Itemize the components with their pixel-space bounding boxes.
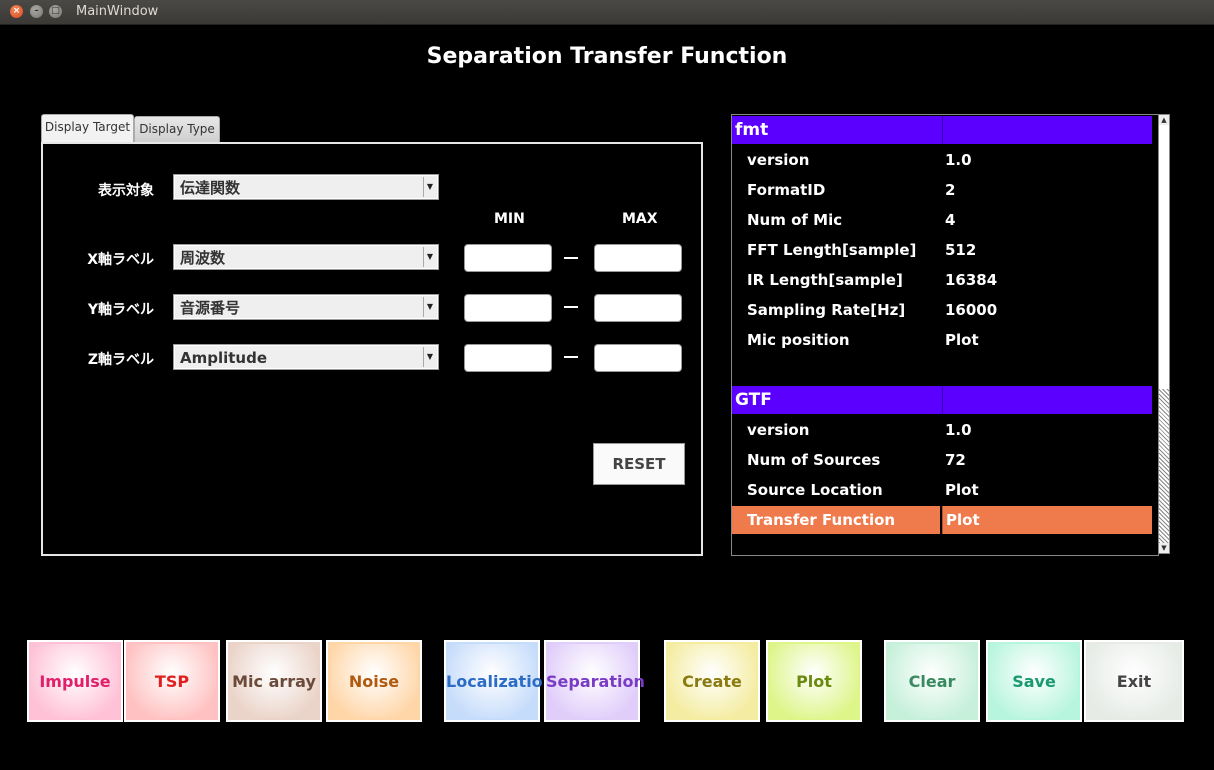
row-value: 512 [945, 241, 977, 259]
mic-array-button[interactable]: Mic array [226, 640, 322, 722]
z-axis-label: Z軸ラベル [87, 352, 154, 368]
x-max-input[interactable] [594, 244, 682, 272]
window-titlebar: × – □ MainWindow [0, 0, 1214, 25]
min-header: MIN [494, 211, 525, 227]
scroll-up-icon[interactable]: ▲ [1159, 115, 1169, 125]
row-key: Source Location [747, 481, 883, 499]
section-name: GTF [732, 386, 940, 414]
y-max-input[interactable] [594, 294, 682, 322]
tsp-button[interactable]: TSP [124, 640, 220, 722]
section-header-fmt[interactable]: fmt [732, 116, 1152, 144]
section-value [942, 116, 1152, 144]
range-dash [564, 257, 578, 259]
table-row[interactable]: Sampling Rate[Hz] 16000 [732, 296, 1152, 324]
y-axis-combo-value: 音源番号 [180, 299, 241, 317]
chevron-down-icon: ▼ [423, 347, 436, 367]
impulse-button[interactable]: Impulse [27, 640, 123, 722]
table-row[interactable]: version 1.0 [732, 146, 1152, 174]
x-axis-combo-value: 周波数 [180, 249, 226, 267]
table-row[interactable]: FormatID 2 [732, 176, 1152, 204]
x-axis-combo[interactable]: 周波数 ▼ [173, 244, 439, 270]
maximize-window-icon[interactable]: □ [49, 5, 62, 18]
table-row[interactable]: IR Length[sample] 16384 [732, 266, 1152, 294]
row-key: FormatID [747, 181, 826, 199]
table-row[interactable]: Num of Sources 72 [732, 446, 1152, 474]
row-value: Plot [942, 506, 1152, 534]
row-key: version [747, 151, 810, 169]
info-table: fmt version 1.0 FormatID 2 Num of Mic 4 … [731, 114, 1159, 556]
row-value: 72 [945, 451, 966, 469]
row-value: 1.0 [945, 151, 972, 169]
reset-button[interactable]: RESET [593, 443, 685, 485]
table-scrollbar[interactable]: ▲ ▼ [1158, 114, 1170, 554]
table-row[interactable]: version 1.0 [732, 416, 1152, 444]
section-name: fmt [732, 116, 940, 144]
scrollbar-track[interactable] [1159, 389, 1169, 543]
row-value: 2 [945, 181, 956, 199]
row-key: Mic position [747, 331, 850, 349]
table-row[interactable]: Num of Mic 4 [732, 206, 1152, 234]
tab-display-target[interactable]: Display Target [41, 114, 134, 142]
x-min-input[interactable] [464, 244, 552, 272]
save-button[interactable]: Save [986, 640, 1082, 722]
range-dash [564, 306, 578, 308]
table-row-selected[interactable]: Transfer Function Plot [732, 506, 1152, 534]
table-row[interactable]: Mic position Plot [732, 326, 1152, 354]
y-min-input[interactable] [464, 294, 552, 322]
row-key: Sampling Rate[Hz] [747, 301, 906, 319]
noise-button[interactable]: Noise [326, 640, 422, 722]
max-header: MAX [622, 211, 658, 227]
row-value: 1.0 [945, 421, 972, 439]
plot-button[interactable]: Plot [766, 640, 862, 722]
minimize-window-icon[interactable]: – [30, 5, 43, 18]
row-key: version [747, 421, 810, 439]
localization-button[interactable]: Localization [444, 640, 554, 722]
z-axis-combo-value: Amplitude [180, 349, 268, 367]
y-axis-combo[interactable]: 音源番号 ▼ [173, 294, 439, 320]
separation-button[interactable]: Separation [544, 640, 645, 722]
close-window-icon[interactable]: × [10, 5, 23, 18]
y-axis-label: Y軸ラベル [87, 302, 154, 318]
chevron-down-icon: ▼ [423, 177, 436, 197]
table-row[interactable]: FFT Length[sample] 512 [732, 236, 1152, 264]
chevron-down-icon: ▼ [423, 247, 436, 267]
clear-button[interactable]: Clear [884, 640, 980, 722]
exit-button[interactable]: Exit [1084, 640, 1184, 722]
chevron-down-icon: ▼ [423, 297, 436, 317]
row-value: 16384 [945, 271, 998, 289]
section-value [942, 386, 1152, 414]
row-key: Num of Sources [747, 451, 881, 469]
page-title: Separation Transfer Function [426, 44, 788, 69]
x-axis-label: X軸ラベル [87, 252, 154, 268]
tab-display-type[interactable]: Display Type [134, 116, 220, 142]
row-key: FFT Length[sample] [747, 241, 917, 259]
row-key: IR Length[sample] [747, 271, 903, 289]
z-max-input[interactable] [594, 344, 682, 372]
target-combo[interactable]: 伝達関数 ▼ [173, 174, 439, 200]
create-button[interactable]: Create [664, 640, 760, 722]
scroll-down-icon[interactable]: ▼ [1159, 543, 1169, 553]
row-key: Num of Mic [747, 211, 843, 229]
row-value: Plot [945, 331, 979, 349]
row-value: 16000 [945, 301, 998, 319]
table-row[interactable]: Source Location Plot [732, 476, 1152, 504]
window-title: MainWindow [76, 4, 159, 19]
target-combo-value: 伝達関数 [180, 179, 241, 197]
section-header-gtf[interactable]: GTF [732, 386, 1152, 414]
target-label: 表示対象 [98, 183, 154, 199]
row-value: 4 [945, 211, 956, 229]
z-axis-combo[interactable]: Amplitude ▼ [173, 344, 439, 370]
row-key: Transfer Function [732, 506, 940, 534]
range-dash [564, 356, 578, 358]
row-value: Plot [945, 481, 979, 499]
z-min-input[interactable] [464, 344, 552, 372]
